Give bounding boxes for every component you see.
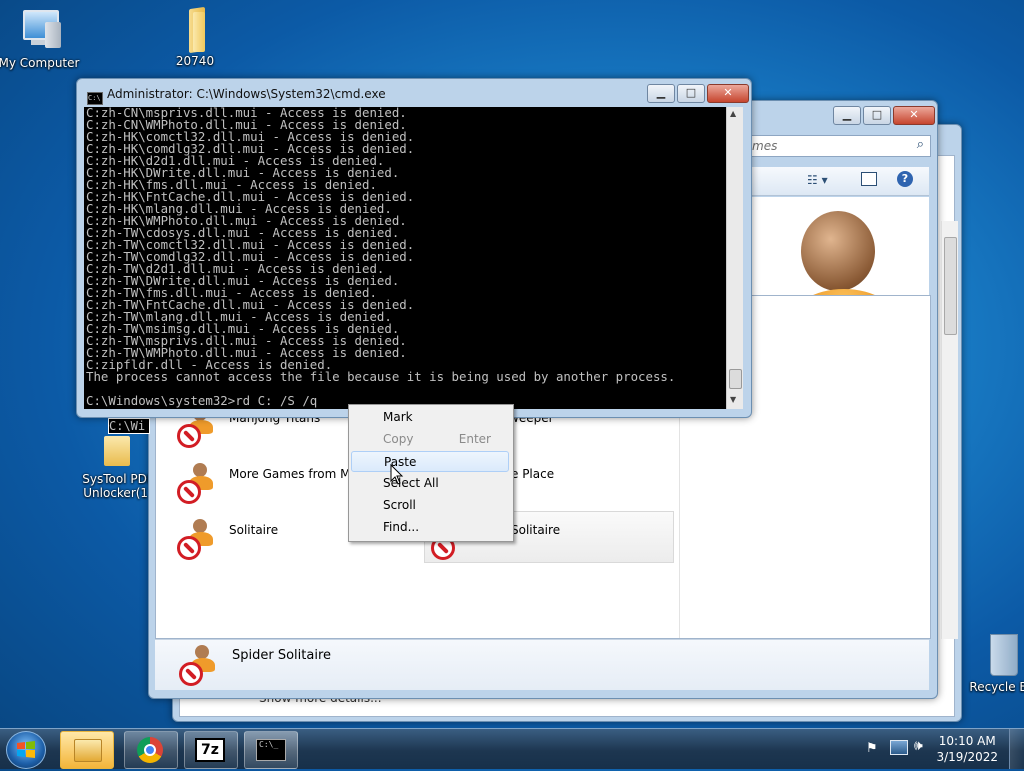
show-desktop-button[interactable] (1009, 729, 1024, 769)
restricted-user-icon (175, 644, 221, 686)
scrollbar-thumb[interactable] (729, 369, 742, 389)
search-input-placeholder: mes (752, 139, 778, 153)
chrome-icon (137, 737, 163, 763)
game-item-label: More Games from Micr (229, 467, 366, 481)
desktop-icon-label: My Computer (0, 56, 80, 70)
cmd-app-icon: C:\ (87, 92, 103, 105)
view-options-icon[interactable]: ☷ ▾ (807, 173, 828, 187)
menu-item-mark[interactable]: Mark (351, 407, 509, 428)
game-item-label: Solitaire (511, 523, 561, 537)
menu-item-copy[interactable]: Copy Enter (351, 429, 509, 450)
taskbar-explorer-button[interactable] (60, 731, 114, 769)
menu-item-select-all[interactable]: Select All (351, 473, 509, 494)
folder-icon (74, 739, 102, 762)
computer-icon (15, 8, 63, 52)
menu-item-label: Scroll (383, 498, 416, 512)
menu-item-shortcut: Enter (458, 432, 491, 446)
mouse-cursor-icon (390, 464, 404, 485)
preview-pane-icon[interactable] (861, 172, 877, 186)
menu-item-find[interactable]: Find... (351, 517, 509, 538)
cmd-console[interactable]: C:zh-CN\msprivs.dll.mui - Access is deni… (84, 107, 726, 409)
scroll-up-arrow-icon[interactable]: ▲ (730, 109, 736, 118)
network-icon[interactable] (890, 740, 908, 755)
console-output: C:zh-CN\msprivs.dll.mui - Access is deni… (84, 107, 726, 407)
window-controls: ▁ □ ✕ (833, 106, 935, 125)
details-pane: Spider Solitaire (155, 639, 929, 690)
menu-item-scroll[interactable]: Scroll (351, 495, 509, 516)
close-button[interactable]: ✕ (707, 84, 749, 103)
windows-logo-icon (17, 741, 35, 758)
console-line: The process cannot access the file becau… (86, 369, 676, 384)
maximize-button[interactable]: □ (863, 106, 891, 125)
desktop-icon-label: SysTool PDF Unlocker(1) (82, 472, 154, 500)
restricted-user-icon (173, 518, 219, 560)
taskbar-cmd-button[interactable]: C:\_ (244, 731, 298, 769)
restricted-user-icon (173, 462, 219, 504)
start-button[interactable] (6, 731, 46, 769)
cmd-scrollbar[interactable]: ▲ ▼ (726, 107, 743, 409)
desktop-icon-my-computer[interactable]: My Computer (0, 8, 81, 70)
minimize-button[interactable]: ▁ (647, 84, 675, 103)
console-context-menu: Mark Copy Enter Paste Select All Scroll F… (348, 404, 514, 542)
window-controls: ▁ □ ✕ (647, 84, 749, 103)
menu-item-label: Find... (383, 520, 420, 534)
taskbar: 7z C:\_ ⚑ 🕪 10:10 AM 3/19/2022 (0, 728, 1024, 769)
game-item-purble-place[interactable]: e Place (511, 457, 554, 507)
game-item-label: Solitaire (229, 523, 279, 537)
7zip-icon: 7z (195, 738, 225, 762)
desktop-icon-folder-20740[interactable]: 20740 (153, 6, 237, 68)
cmd-icon: C:\_ (256, 739, 286, 761)
taskbar-chrome-button[interactable] (124, 731, 178, 769)
taskbar-7zip-button[interactable]: 7z (184, 731, 238, 769)
menu-item-paste[interactable]: Paste (351, 451, 509, 472)
details-title: Spider Solitaire (232, 648, 332, 663)
game-item-more-games[interactable]: More Games from Micr (173, 457, 365, 507)
maximize-button[interactable]: □ (677, 84, 705, 103)
scroll-down-arrow-icon[interactable]: ▼ (730, 395, 736, 404)
clock-time: 10:10 AM (938, 734, 996, 748)
cmd-title: Administrator: C:\Windows\System32\cmd.e… (107, 87, 386, 101)
taskbar-clock[interactable]: 10:10 AM 3/19/2022 (936, 733, 998, 765)
folder-icon (94, 432, 142, 468)
minimize-button[interactable]: ▁ (833, 106, 861, 125)
cmd-title-bar: C:\ Administrator: C:\Windows\System32\cm… (87, 87, 386, 105)
behind-cmd-text: C:\Wi (108, 418, 150, 434)
search-box[interactable]: mes ⌕ (747, 135, 931, 157)
desktop-icon-label: Recycle Bin (969, 680, 1024, 694)
folder-icon (171, 6, 219, 54)
action-center-flag-icon[interactable]: ⚑ (866, 741, 878, 756)
close-button[interactable]: ✕ (893, 106, 935, 125)
desktop-icon-label: 20740 (175, 54, 215, 68)
volume-icon[interactable]: 🕪 (914, 738, 923, 754)
game-item-label: e Place (511, 467, 555, 481)
search-icon[interactable]: ⌕ (917, 137, 924, 152)
game-item-solitaire[interactable]: Solitaire (173, 513, 278, 563)
help-icon[interactable]: ? (897, 171, 913, 187)
clock-date: 3/19/2022 (936, 750, 998, 764)
toolbar: ☷ ▾ ? (747, 167, 929, 196)
menu-item-label: Mark (383, 410, 413, 424)
recycle-bin-icon (966, 632, 1018, 676)
menu-item-label: Copy (383, 432, 414, 446)
content-scrollbar[interactable] (941, 221, 958, 639)
cmd-window[interactable]: C:\ Administrator: C:\Windows\System32\cm… (76, 78, 752, 418)
